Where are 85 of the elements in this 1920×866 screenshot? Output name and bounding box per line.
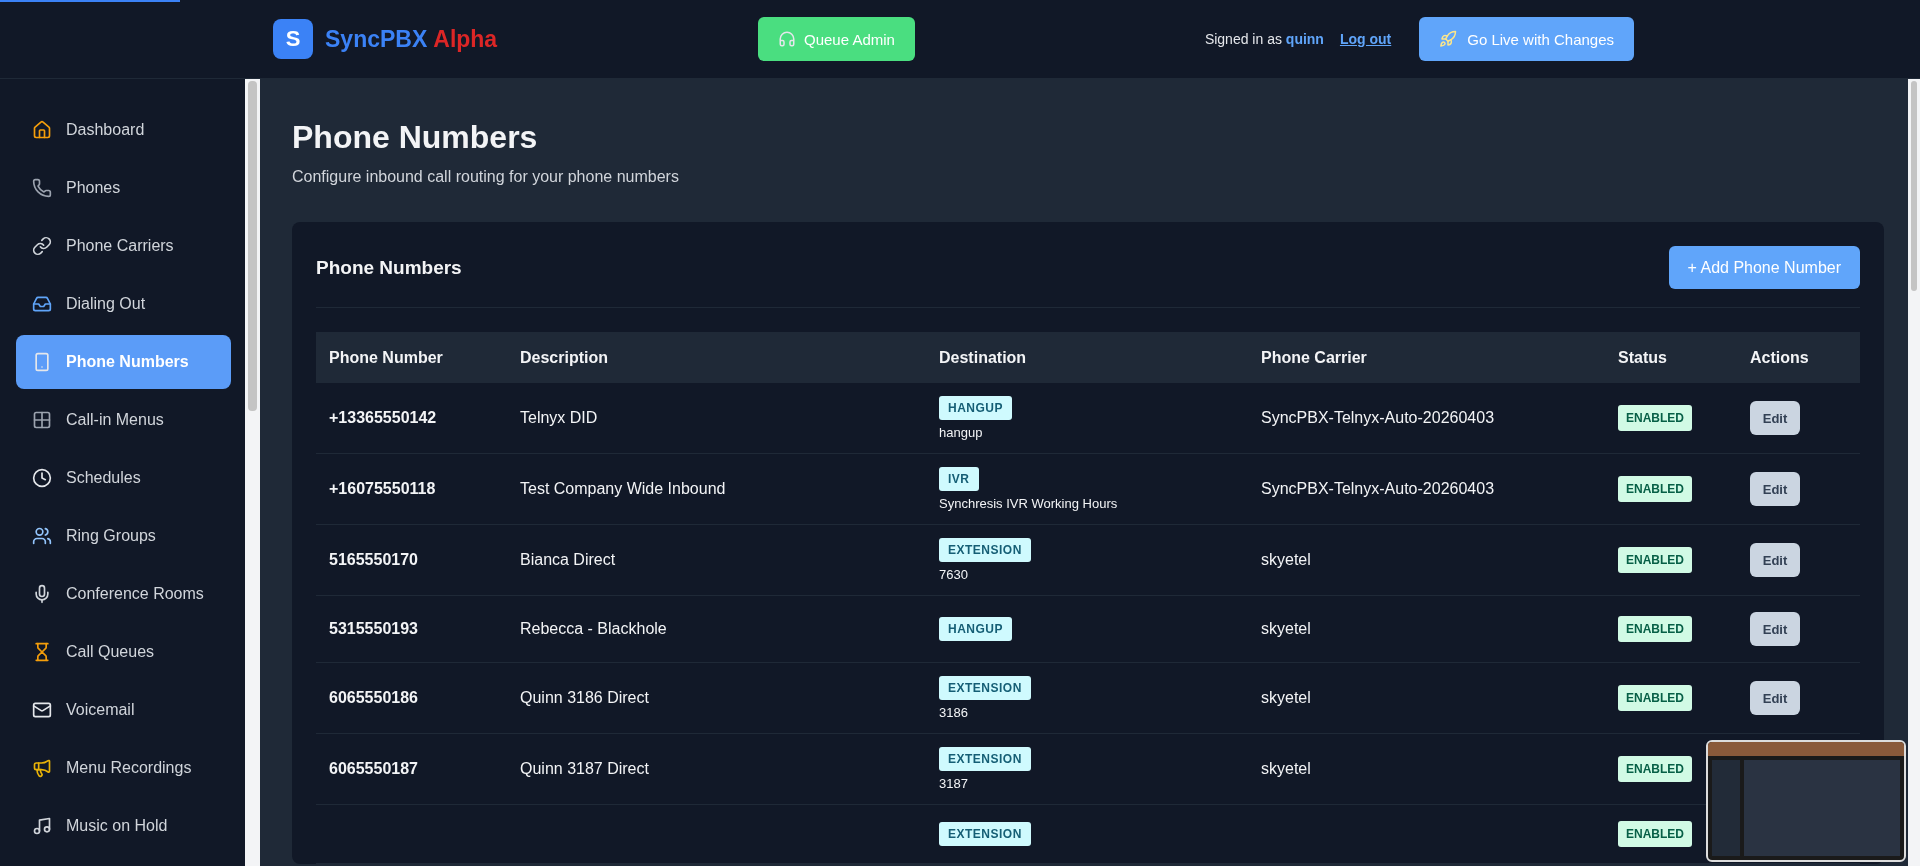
sidebar-item[interactable]: Music on Hold [16, 799, 231, 853]
carrier-name: skyetel [1261, 689, 1311, 706]
logout-link[interactable]: Log out [1339, 31, 1392, 47]
status-tag: ENABLED [1618, 756, 1692, 782]
destination-type-tag: EXTENSION [939, 676, 1031, 700]
destination-type-tag: HANGUP [939, 396, 1012, 420]
destination-type-tag: IVR [939, 467, 979, 491]
megaphone-icon [32, 758, 52, 778]
phone-number: +13365550142 [329, 409, 437, 426]
carrier-name: SyncPBX-Telnyx-Auto-20260403 [1261, 409, 1495, 426]
column-header: Actions [1737, 332, 1860, 383]
status-tag: ENABLED [1618, 476, 1692, 502]
description: Telnyx DID [520, 409, 598, 426]
status-tag: ENABLED [1618, 685, 1692, 711]
carrier-name: skyetel [1261, 620, 1311, 637]
sidebar-scrollbar[interactable] [245, 79, 260, 866]
edit-button[interactable]: Edit [1750, 472, 1800, 506]
status-tag: ENABLED [1618, 821, 1692, 847]
microphone-icon [32, 584, 52, 604]
rocket-icon [1439, 30, 1458, 48]
status-tag: ENABLED [1618, 547, 1692, 573]
sidebar-item[interactable]: Ring Groups [16, 509, 231, 563]
logo: S [273, 19, 313, 59]
description: Rebecca - Blackhole [520, 620, 667, 637]
inbox-tray-icon [32, 294, 52, 314]
destination-detail: hangup [939, 425, 984, 440]
destination-type-tag: EXTENSION [939, 538, 1031, 562]
sidebar-item[interactable]: Menu Recordings [16, 741, 231, 795]
sidebar-item[interactable]: Schedules [16, 451, 231, 505]
sidebar-item[interactable]: Call Queues [16, 625, 231, 679]
edit-button[interactable]: Edit [1750, 681, 1800, 715]
carrier-name: skyetel [1261, 760, 1311, 777]
destination-detail: 3186 [939, 705, 969, 720]
mobile-phone-icon [32, 352, 52, 372]
carrier-name: skyetel [1261, 551, 1311, 568]
destination-detail: 7630 [939, 567, 969, 582]
phone-number: 6065550187 [329, 760, 418, 777]
destination-type-tag: EXTENSION [939, 747, 1031, 771]
phone-handset-icon [32, 178, 52, 198]
sidebar-item[interactable]: Phones [16, 161, 231, 215]
description: Test Company Wide Inbound [520, 480, 726, 497]
sidebar-item[interactable]: Phone Carriers [16, 219, 231, 273]
hourglass-icon [32, 642, 52, 662]
column-header: Phone Carrier [1248, 332, 1605, 383]
status-tag: ENABLED [1618, 405, 1692, 431]
sidebar-item[interactable]: Conference Rooms [16, 567, 231, 621]
edit-button[interactable]: Edit [1750, 543, 1800, 577]
people-icon [32, 526, 52, 546]
music-note-icon [32, 816, 52, 836]
sidebar-item[interactable]: Call-in Menus [16, 393, 231, 447]
sidebar-item[interactable]: Dialing Out [16, 277, 231, 331]
page-scrollbar[interactable] [1908, 79, 1920, 866]
edit-button[interactable]: Edit [1750, 612, 1800, 646]
clock-icon [32, 468, 52, 488]
phone-number: 6065550186 [329, 689, 418, 706]
keypad-icon [32, 410, 52, 430]
column-header: Status [1605, 332, 1737, 383]
destination-type-tag: HANGUP [939, 617, 1012, 641]
page-title: Phone Numbers [292, 119, 539, 156]
house-icon [32, 120, 52, 140]
status-tag: ENABLED [1618, 616, 1692, 642]
description: Quinn 3186 Direct [520, 689, 649, 706]
destination-detail: Synchresis IVR Working Hours [939, 496, 1119, 511]
envelope-icon [32, 700, 52, 720]
page-subtitle: Configure inbound call routing for your phone numbers [292, 168, 680, 186]
column-header: Description [507, 332, 926, 383]
edit-button[interactable]: Edit [1750, 401, 1800, 435]
sidebar-item[interactable]: Dashboard [16, 103, 231, 157]
destination-detail: 3187 [939, 776, 969, 791]
headphones-icon [778, 30, 796, 48]
description: Quinn 3187 Direct [520, 760, 649, 777]
column-header: Destination [926, 332, 1248, 383]
carrier-name: SyncPBX-Telnyx-Auto-20260403 [1261, 480, 1495, 497]
card-title: Phone Numbers [316, 256, 462, 279]
brand-name: SyncPBX Alpha [325, 25, 498, 53]
phone-number: +16075550118 [329, 480, 436, 497]
description: Bianca Direct [520, 551, 616, 568]
column-header: Phone Number [316, 332, 507, 383]
link-icon [32, 236, 52, 256]
signed-in-text: Signed in as quinn [1204, 31, 1324, 47]
phone-number: 5315550193 [329, 620, 418, 637]
sidebar-item[interactable]: Voicemail [16, 683, 231, 737]
destination-type-tag: EXTENSION [939, 822, 1031, 846]
phone-number: 5165550170 [329, 551, 418, 568]
screenshot-thumbnail[interactable] [1706, 740, 1906, 862]
